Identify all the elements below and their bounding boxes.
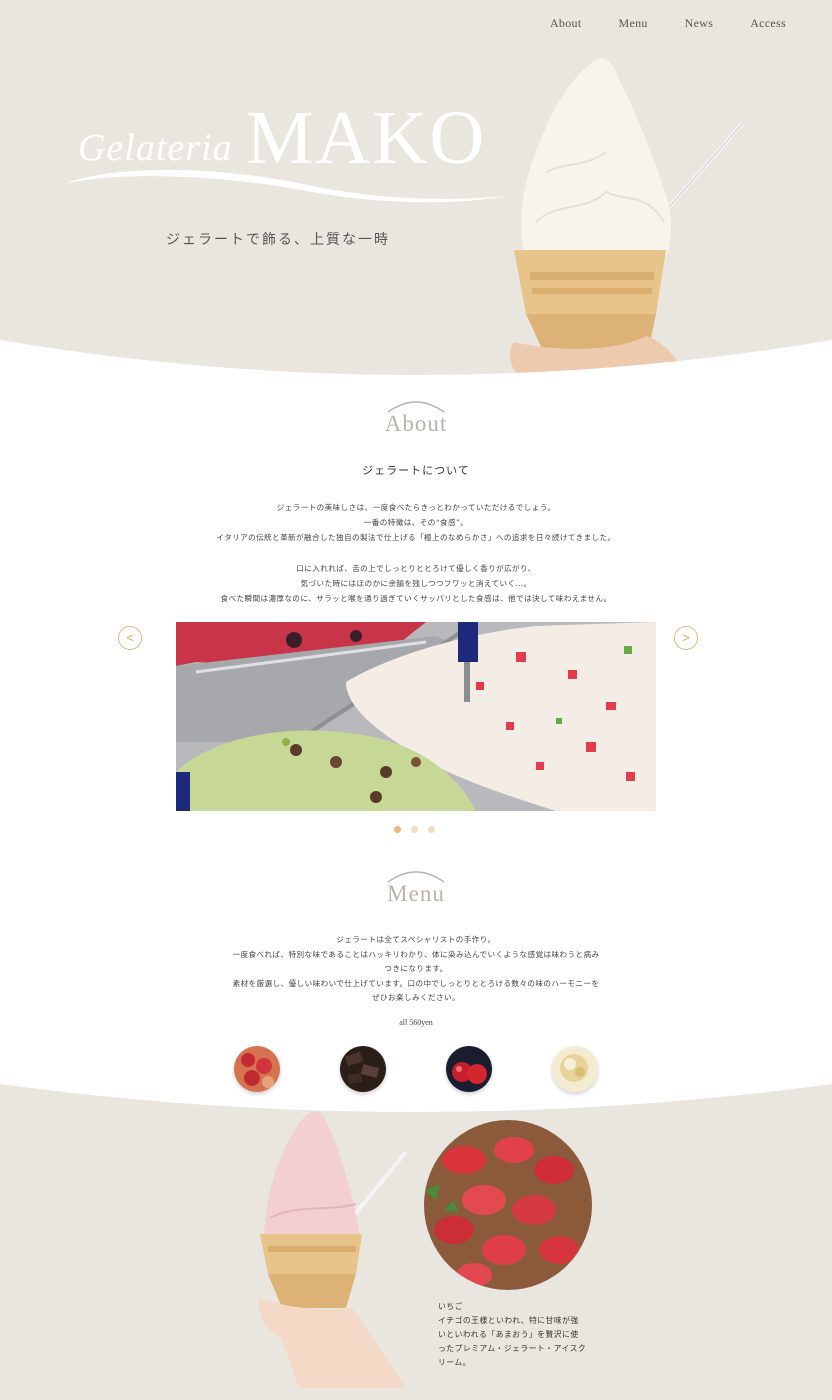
featured-flavor-desc-line: いといわれる「あまおう」を贅沢に使 <box>438 1330 579 1339</box>
about-paragraph-1: ジェラートの美味しさは、一度食べたらきっとわかっていただけるでしょう。 一番の特… <box>0 500 832 545</box>
hero-bottom-curve <box>0 340 832 380</box>
slider-dot-1[interactable] <box>394 826 401 833</box>
about-line: 一番の特徴は、その“食感”。 <box>363 518 469 527</box>
about-line: 気づいた時にはほのかに余韻を残しつつフワッと消えていく…。 <box>300 579 532 588</box>
featured-flavor-desc-line: リーム。 <box>438 1358 471 1367</box>
nav-about[interactable]: About <box>550 16 582 31</box>
menu-line: ぜひお楽しみください。 <box>372 993 460 1002</box>
featured-flavor-text: いちご イチゴの王様といわれ、特に甘味が強 いといわれる「あまおう」を贅沢に使 … <box>438 1300 598 1370</box>
bottom-top-curve <box>0 1078 832 1112</box>
nav-access[interactable]: Access <box>750 16 786 31</box>
flavor-thumb-chocolate[interactable] <box>340 1046 386 1092</box>
menu-line: ジェラートは全てスペシャリストの手作り。 <box>336 935 496 944</box>
flavor-thumb-strawberry[interactable] <box>234 1046 280 1092</box>
menu-line: つきになります。 <box>384 964 448 973</box>
about-line: イタリアの伝統と革新が融合した独自の製法で仕上げる「極上のなめらかさ」への追求を… <box>216 533 616 542</box>
strawberry-photo-circle <box>424 1120 592 1290</box>
menu-heading-text: Menu <box>387 881 445 906</box>
slider-prev-button[interactable]: < <box>118 626 142 650</box>
site-logo[interactable]: Gelateria MAKO <box>62 100 512 210</box>
strawberry-gelato-cone-image <box>258 1111 408 1388</box>
about-line: 食べた瞬間は濃厚なのに、サラッと喉を通り過ぎていくサッパリとした食感は、他では決… <box>220 594 612 603</box>
featured-flavor-name: いちご <box>438 1302 463 1311</box>
slider-dot-3[interactable] <box>428 826 435 833</box>
flavor-thumb-vanilla[interactable] <box>552 1046 598 1092</box>
hero-tagline: ジェラートで飾る、上質な一時 <box>166 232 390 248</box>
strawberry-icon <box>234 1046 280 1092</box>
chocolate-icon <box>340 1046 386 1092</box>
apple-icon <box>446 1046 492 1092</box>
menu-line: 一度食べれば、特別な味であることはハッキリわかり、体に染み込んでいくような感覚は… <box>232 949 600 959</box>
gelato-display-case-photo <box>176 622 656 811</box>
flavor-thumb-apple[interactable] <box>446 1046 492 1092</box>
vanilla-icon <box>552 1046 598 1092</box>
about-heading-text: About <box>384 411 448 436</box>
featured-flavor-desc-line: ったプレミアム・ジェラート・アイスク <box>438 1344 587 1353</box>
menu-heading: Menu <box>0 868 832 905</box>
about-line: ジェラートの美味しさは、一度食べたらきっとわかっていただけるでしょう。 <box>276 503 556 512</box>
featured-flavor-desc-line: イチゴの王様といわれ、特に甘味が強 <box>438 1316 579 1325</box>
about-heading: About <box>0 398 832 435</box>
about-subheading: ジェラートについて <box>362 464 470 477</box>
strawberries-photo <box>424 1120 592 1290</box>
menu-line: 素材を厳選し、優しい味わいで仕上げています。口の中でしっとりととろける数々の味の… <box>232 978 600 988</box>
menu-description: ジェラートは全てスペシャリストの手作り。 一度食べれば、特別な味であることはハッ… <box>0 933 832 1006</box>
about-paragraph-2: 口に入れれば、舌の上でしっとりととろけて優しく香りが広がり、 気づいた時にはほの… <box>0 561 832 606</box>
nav-news[interactable]: News <box>685 16 714 31</box>
menu-price: all 560yen <box>399 1018 433 1027</box>
featured-flavor-section <box>0 1078 832 1400</box>
slider-pagination <box>394 826 435 833</box>
main-nav: About Menu News Access <box>550 16 786 31</box>
slider-dot-2[interactable] <box>411 826 418 833</box>
gelato-slider-image[interactable] <box>176 622 656 811</box>
hero-section: About Menu News Access Gelateria MAKO ジェ… <box>0 0 832 380</box>
about-line: 口に入れれば、舌の上でしっとりととろけて優しく香りが広がり、 <box>296 564 536 573</box>
slider-next-button[interactable]: > <box>674 626 698 650</box>
logo-swoosh <box>64 169 507 203</box>
nav-menu[interactable]: Menu <box>618 16 647 31</box>
